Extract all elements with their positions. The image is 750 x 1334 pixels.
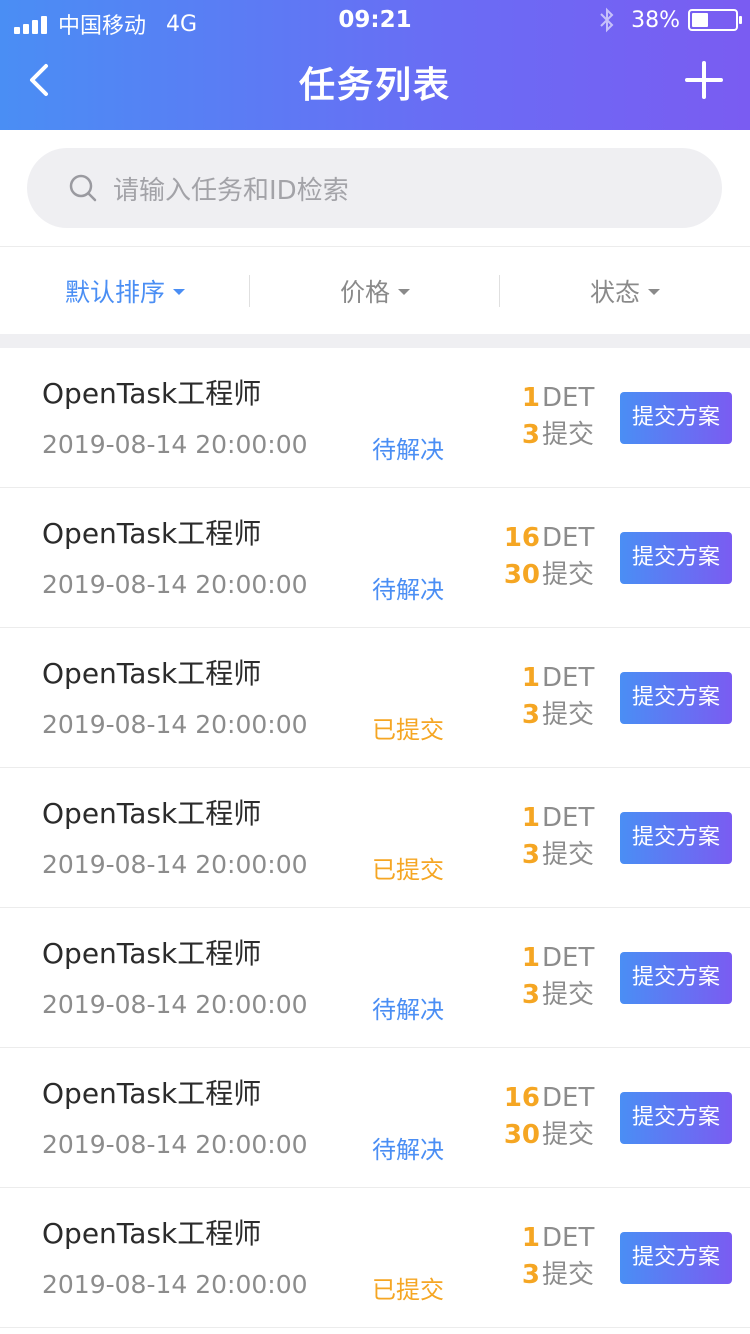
submit-proposal-button[interactable]: 提交方案 [620, 1092, 732, 1144]
task-row[interactable]: OpenTask工程师 2019-08-14 20:00:00 已提交 1 3 D… [0, 768, 750, 908]
det-unit: DET [542, 943, 595, 973]
submit-count: 30 [503, 560, 540, 590]
caret-down-icon [648, 289, 660, 295]
task-row[interactable]: OpenTask工程师 2019-08-14 20:00:00 已提交 1 3 D… [0, 628, 750, 768]
submit-proposal-button[interactable]: 提交方案 [620, 812, 732, 864]
task-date: 2019-08-14 20:00:00 [42, 850, 308, 879]
task-title: OpenTask工程师 [42, 1077, 262, 1110]
submit-unit: 提交 [542, 1260, 595, 1290]
det-amount: 1 [521, 1223, 540, 1253]
filter-bar: 默认排序 价格 状态 [0, 246, 750, 334]
submit-proposal-button[interactable]: 提交方案 [620, 672, 732, 724]
det-amount: 16 [503, 523, 540, 553]
submit-proposal-button[interactable]: 提交方案 [620, 392, 732, 444]
price-filter[interactable]: 价格 [250, 247, 500, 335]
det-unit: DET [542, 523, 595, 553]
submit-unit: 提交 [542, 700, 595, 730]
det-amount: 1 [521, 803, 540, 833]
task-title: OpenTask工程师 [42, 1217, 262, 1250]
task-title: OpenTask工程师 [42, 377, 262, 410]
task-date: 2019-08-14 20:00:00 [42, 1270, 308, 1299]
submit-count: 3 [521, 1260, 540, 1290]
app-header: 中国移动 4G 09:21 38% 任务列表 [0, 0, 750, 130]
bluetooth-icon [600, 7, 614, 33]
det-unit: DET [542, 803, 595, 833]
battery-percent: 38% [631, 7, 680, 33]
task-status: 待解决 [372, 996, 444, 1024]
task-title: OpenTask工程师 [42, 797, 262, 830]
task-row[interactable]: OpenTask工程师 2019-08-14 20:00:00 待解决 16 30… [0, 488, 750, 628]
search-icon [69, 174, 97, 202]
submit-proposal-button[interactable]: 提交方案 [620, 1232, 732, 1284]
task-status: 已提交 [372, 716, 444, 744]
task-date: 2019-08-14 20:00:00 [42, 570, 308, 599]
submit-unit: 提交 [542, 420, 595, 450]
det-amount: 16 [503, 1083, 540, 1113]
task-row[interactable]: OpenTask工程师 2019-08-14 20:00:00 待解决 1 3 D… [0, 348, 750, 488]
task-status: 待解决 [372, 576, 444, 604]
submit-proposal-button[interactable]: 提交方案 [620, 532, 732, 584]
task-title: OpenTask工程师 [42, 657, 262, 690]
page-title: 任务列表 [298, 65, 451, 106]
submit-count: 3 [521, 700, 540, 730]
submit-count: 3 [521, 980, 540, 1010]
det-amount: 1 [521, 383, 540, 413]
task-row[interactable]: OpenTask工程师 2019-08-14 20:00:00 待解决 1 3 D… [0, 908, 750, 1048]
task-date: 2019-08-14 20:00:00 [42, 710, 308, 739]
search-bar: 请输入任务和ID检索 [0, 130, 750, 246]
task-date: 2019-08-14 20:00:00 [42, 990, 308, 1019]
task-title: OpenTask工程师 [42, 937, 262, 970]
task-status: 待解决 [372, 1136, 444, 1164]
sort-default-filter[interactable]: 默认排序 [0, 247, 250, 335]
task-date: 2019-08-14 20:00:00 [42, 430, 308, 459]
plus-icon[interactable] [684, 60, 724, 100]
det-amount: 1 [521, 663, 540, 693]
status-bar: 中国移动 4G 09:21 38% [0, 0, 750, 42]
submit-proposal-button[interactable]: 提交方案 [620, 952, 732, 1004]
section-divider [0, 334, 750, 348]
caret-down-icon [173, 289, 185, 295]
submit-count: 3 [521, 420, 540, 450]
task-status: 已提交 [372, 856, 444, 884]
submit-unit: 提交 [542, 840, 595, 870]
search-placeholder: 请输入任务和ID检索 [113, 176, 349, 206]
task-row[interactable]: OpenTask工程师 2019-08-14 20:00:00 已提交 1 3 D… [0, 1188, 750, 1328]
submit-unit: 提交 [542, 560, 595, 590]
submit-unit: 提交 [542, 1120, 595, 1150]
det-unit: DET [542, 1223, 595, 1253]
task-title: OpenTask工程师 [42, 517, 262, 550]
battery-icon [688, 9, 742, 31]
submit-count: 30 [503, 1120, 540, 1150]
submit-count: 3 [521, 840, 540, 870]
task-row[interactable]: OpenTask工程师 2019-08-14 20:00:00 待解决 16 30… [0, 1048, 750, 1188]
task-status: 待解决 [372, 436, 444, 464]
det-unit: DET [542, 1083, 595, 1113]
det-amount: 1 [521, 943, 540, 973]
status-filter[interactable]: 状态 [500, 247, 750, 335]
filter-label: 默认排序 [64, 278, 165, 307]
submit-unit: 提交 [542, 980, 595, 1010]
task-list: OpenTask工程师 2019-08-14 20:00:00 待解决 1 3 D… [0, 348, 750, 1328]
task-status: 已提交 [372, 1276, 444, 1304]
det-unit: DET [542, 663, 595, 693]
search-input[interactable]: 请输入任务和ID检索 [27, 148, 722, 228]
filter-label: 状态 [589, 278, 640, 307]
task-date: 2019-08-14 20:00:00 [42, 1130, 308, 1159]
caret-down-icon [398, 289, 410, 295]
filter-label: 价格 [339, 278, 390, 307]
det-unit: DET [542, 383, 595, 413]
